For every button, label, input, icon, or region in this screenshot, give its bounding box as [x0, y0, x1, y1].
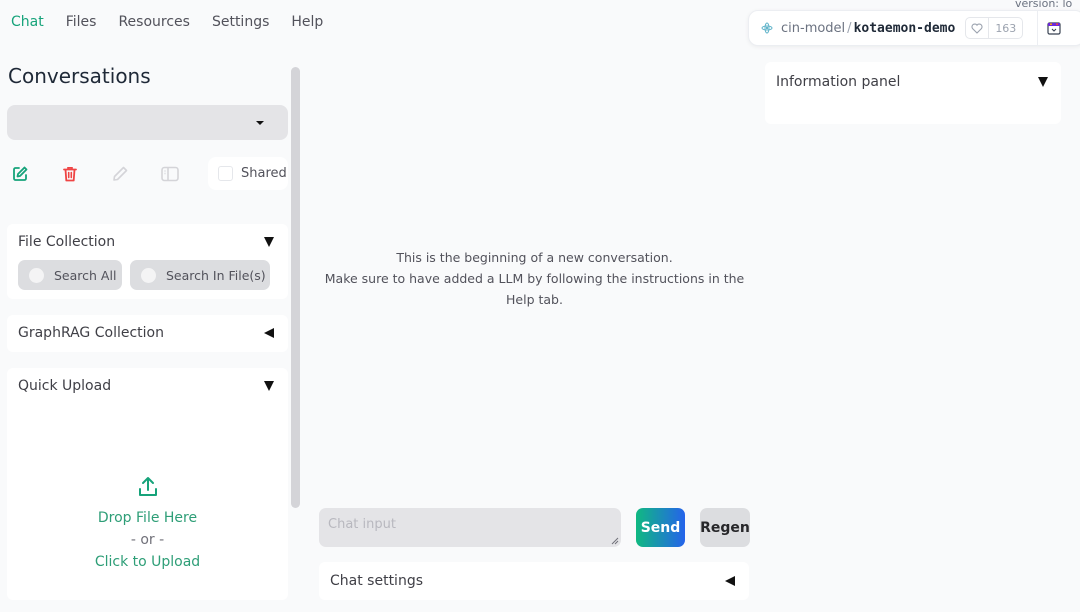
rename-conversation-button[interactable]	[108, 162, 132, 186]
space-name-link[interactable]: kotaemon-demo	[854, 21, 956, 36]
drop-file-text: Drop File Here	[97, 510, 198, 526]
search-all-radio[interactable]: Search All	[18, 260, 122, 290]
chat-input[interactable]	[319, 508, 621, 547]
heart-icon	[966, 18, 990, 38]
delete-conversation-button[interactable]	[58, 162, 82, 186]
toggle-panel-button[interactable]	[158, 162, 182, 186]
send-button[interactable]: Send	[636, 508, 685, 547]
header-divider	[1037, 10, 1039, 46]
version-label: version: lo	[1015, 0, 1073, 10]
file-collection-panel: File Collection Search All Search In Fil…	[7, 224, 288, 299]
chat-settings-panel[interactable]: Chat settings	[319, 562, 749, 600]
welcome-message: This is the beginning of a new conversat…	[312, 247, 757, 310]
sidebar-layout-icon	[161, 166, 179, 182]
like-button[interactable]: 163	[965, 17, 1024, 39]
main-tabs: Chat Files Resources Settings Help	[0, 0, 334, 44]
shared-checkbox-field[interactable]: Shared	[208, 157, 288, 190]
tab-resources[interactable]: Resources	[107, 0, 201, 44]
chat-settings-title: Chat settings	[330, 573, 423, 589]
information-panel-title[interactable]: Information panel	[776, 74, 900, 90]
tab-chat[interactable]: Chat	[0, 0, 55, 44]
radio-circle	[29, 267, 44, 283]
pencil-icon	[113, 166, 128, 181]
conversations-heading: Conversations	[8, 64, 151, 88]
regen-button[interactable]: Regen	[700, 508, 750, 547]
search-in-files-radio[interactable]: Search In File(s)	[130, 260, 270, 290]
upload-icon	[138, 477, 157, 496]
edit-square-icon	[13, 166, 28, 181]
radio-circle	[141, 267, 156, 283]
quick-upload-panel: Quick Upload Drop File Here - or - Click…	[7, 368, 288, 600]
graphrag-collection-panel[interactable]: GraphRAG Collection	[7, 315, 288, 352]
calendar-icon[interactable]	[1047, 21, 1061, 35]
trash-icon	[63, 167, 77, 182]
like-count: 163	[995, 21, 1017, 35]
search-in-files-label: Search In File(s)	[166, 267, 266, 283]
graphrag-collection-title: GraphRAG Collection	[18, 325, 164, 341]
collapse-triangle-icon[interactable]	[1038, 77, 1048, 87]
expand-triangle-icon[interactable]	[264, 328, 274, 338]
tab-settings[interactable]: Settings	[201, 0, 280, 44]
sidebar-scrollbar[interactable]	[291, 67, 300, 508]
welcome-line-2: Make sure to have added a LLM by followi…	[324, 271, 745, 307]
quick-upload-title[interactable]: Quick Upload	[18, 378, 111, 394]
or-separator-text: - or -	[130, 532, 165, 548]
search-all-label: Search All	[54, 267, 117, 283]
file-drop-zone[interactable]: Drop File Here - or - Click to Upload	[7, 463, 288, 603]
collapse-triangle-icon[interactable]	[264, 381, 274, 391]
conversation-dropdown[interactable]	[7, 105, 288, 140]
tab-help[interactable]: Help	[280, 0, 334, 44]
expand-triangle-icon[interactable]	[725, 576, 735, 586]
path-separator: /	[847, 20, 852, 36]
new-conversation-button[interactable]	[8, 162, 32, 186]
tab-files[interactable]: Files	[55, 0, 108, 44]
shared-checkbox[interactable]	[218, 166, 233, 181]
welcome-line-1: This is the beginning of a new conversat…	[396, 250, 673, 265]
chevron-down-icon	[256, 121, 264, 125]
space-header: cin-model / kotaemon-demo 163	[748, 10, 1080, 46]
click-to-upload-link[interactable]: Click to Upload	[7, 551, 288, 573]
collapse-triangle-icon[interactable]	[264, 237, 274, 247]
information-panel: Information panel	[765, 62, 1061, 124]
space-logo-icon	[761, 22, 773, 34]
space-owner-link[interactable]: cin-model	[781, 21, 845, 36]
file-collection-title[interactable]: File Collection	[18, 234, 115, 250]
shared-label: Shared	[241, 166, 287, 181]
